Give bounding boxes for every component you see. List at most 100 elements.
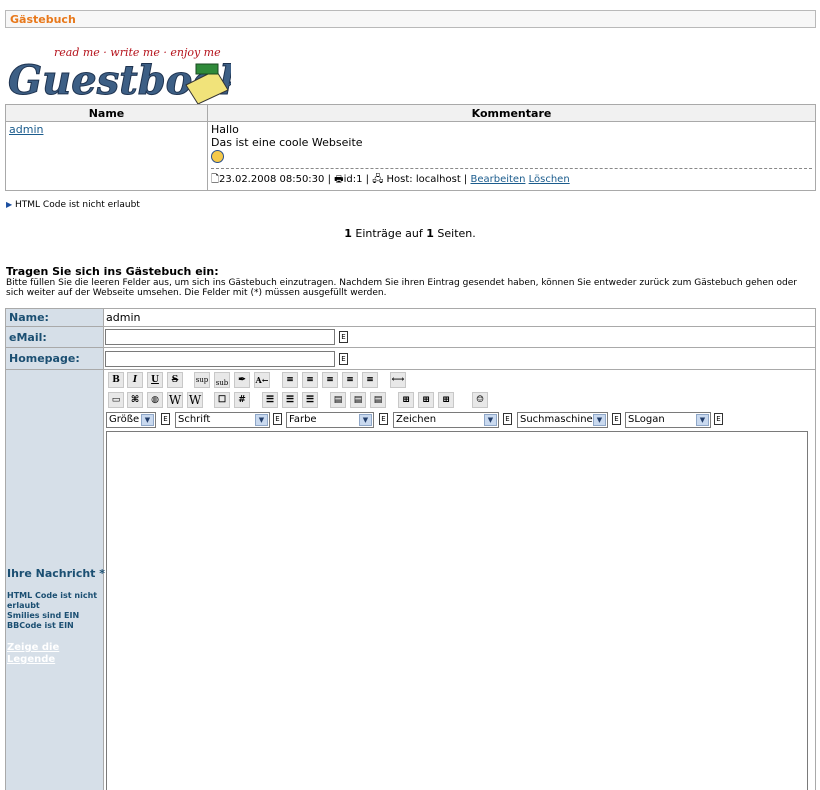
date-icon: 🗋 <box>211 174 220 185</box>
sign-title: Tragen Sie sich ins Gästebuch ein: <box>6 265 219 278</box>
entry-meta: 🗋23.02.2008 08:50:30 | 🖶id:1 | 🖧 Host: l… <box>211 168 812 189</box>
smilies-info: Smilies sind EIN <box>7 611 80 620</box>
document-icon[interactable]: E <box>161 413 170 425</box>
size-select-value: Größe <box>109 414 140 425</box>
flash-icon[interactable]: ⌘ <box>127 392 143 408</box>
font-select-value: Schrift <box>178 414 211 425</box>
html-notice-text: HTML Code ist nicht erlaubt <box>15 200 140 210</box>
column-header-name: Name <box>5 104 208 122</box>
font-remove-button[interactable]: A← <box>254 372 270 388</box>
bbcode-info: BBCode ist EIN <box>7 621 74 630</box>
document-icon[interactable]: E <box>339 352 348 365</box>
wiki-icon[interactable]: W <box>167 392 183 408</box>
slogan-select[interactable]: SLogan ▼ <box>625 412 711 428</box>
box-left-icon[interactable]: ▤ <box>330 392 346 408</box>
entry-text-line1: Hallo <box>211 123 239 136</box>
page-title: Gästebuch <box>10 13 76 26</box>
quote-icon[interactable]: ☐ <box>214 392 230 408</box>
guestbook-logo: read me · write me · enjoy me Guestbook <box>8 46 231 105</box>
document-icon[interactable]: E <box>379 413 388 425</box>
italic-button[interactable]: I <box>127 372 143 388</box>
document-icon[interactable]: E <box>273 413 282 425</box>
format-select-row: Größe ▼ E Schrift ▼ E Farbe ▼ E Zeichen ▼ E … <box>106 412 723 430</box>
document-icon[interactable]: E <box>612 413 621 425</box>
search-engines-select[interactable]: Suchmaschinen ▼ <box>517 412 608 428</box>
chars-select-value: Zeichen <box>396 414 437 425</box>
font-select[interactable]: Schrift ▼ <box>175 412 270 428</box>
format-toolbar-row1: B I U S sup sub ✒ A← ≡ ≡ ≡ ≡ ≡ ⟷ <box>106 372 426 390</box>
table-icon[interactable]: ⊞ <box>398 392 414 408</box>
email-label: eMail: <box>5 326 104 348</box>
pagination-info: 1 Einträge auf 1 Seiten. <box>0 227 820 240</box>
document-icon[interactable]: E <box>339 331 348 343</box>
underline-button[interactable]: U <box>147 372 163 388</box>
chevron-down-icon: ▼ <box>141 414 154 426</box>
color-pen-icon[interactable]: ✒ <box>234 372 250 388</box>
numbered-list-icon[interactable]: ☰ <box>282 392 298 408</box>
page-count: 1 <box>426 227 434 240</box>
search-engines-select-value: Suchmaschinen <box>520 414 600 425</box>
bullet-list-icon[interactable]: ☰ <box>302 392 318 408</box>
guestbook-table: Name Kommentare admin Hallo Das ist eine… <box>5 104 816 191</box>
homepage-field[interactable] <box>105 350 335 367</box>
bold-button[interactable]: B <box>108 372 124 388</box>
entry-id: id:1 <box>343 174 363 185</box>
color-select-value: Farbe <box>289 414 317 425</box>
align-center-icon[interactable]: ≡ <box>302 372 318 388</box>
table-row: admin Hallo Das ist eine coole Webseite … <box>5 121 816 191</box>
edit-link[interactable]: Bearbeiten <box>470 174 525 185</box>
align-left-icon[interactable]: ≡ <box>282 372 298 388</box>
smiley-icon <box>211 150 224 163</box>
size-select[interactable]: Größe ▼ <box>106 412 156 428</box>
entry-count: 1 <box>344 227 352 240</box>
chevron-down-icon: ▼ <box>255 414 268 426</box>
pagination-suffix: Seiten. <box>433 227 476 240</box>
printer-icon: 🖶 <box>334 174 344 185</box>
pagination-middle: Einträge auf <box>351 227 427 240</box>
triangle-right-icon: ▶ <box>6 200 13 209</box>
name-value: admin <box>103 308 816 327</box>
superscript-button[interactable]: sup <box>194 372 210 388</box>
chevron-down-icon: ▼ <box>359 414 372 426</box>
justify-icon[interactable]: ≡ <box>362 372 378 388</box>
strike-button[interactable]: S <box>167 372 183 388</box>
box-right-icon[interactable]: ▤ <box>370 392 386 408</box>
document-icon[interactable]: E <box>714 413 723 425</box>
chevron-down-icon: ▼ <box>593 414 606 426</box>
chevron-down-icon: ▼ <box>484 414 497 426</box>
page-title-bar: Gästebuch <box>5 10 816 28</box>
align-right-icon[interactable]: ≡ <box>342 372 358 388</box>
column-header-comments: Kommentare <box>207 104 816 122</box>
code-icon[interactable]: # <box>234 392 250 408</box>
box-center-icon[interactable]: ▤ <box>350 392 366 408</box>
message-label: Ihre Nachricht *: <box>7 567 110 580</box>
email-field[interactable] <box>105 329 335 345</box>
entry-text-line2: Das ist eine coole Webseite <box>211 136 363 149</box>
wikipedia-icon[interactable]: W <box>187 392 203 408</box>
image-icon[interactable]: ▭ <box>108 392 124 408</box>
horizontal-rule-icon[interactable]: ⟷ <box>390 372 406 388</box>
entry-author-link[interactable]: admin <box>9 123 43 136</box>
html-notice: ▶ HTML Code ist nicht erlaubt <box>6 200 140 210</box>
color-select[interactable]: Farbe ▼ <box>286 412 374 428</box>
entry-host: Host: localhost <box>386 174 461 185</box>
document-icon[interactable]: E <box>503 413 512 425</box>
table-row-icon[interactable]: ⊞ <box>418 392 434 408</box>
smiley-picker-icon[interactable]: ☺ <box>472 392 488 408</box>
legend-link[interactable]: Zeige die Legende <box>7 642 77 666</box>
chevron-down-icon: ▼ <box>696 414 709 426</box>
host-icon: 🖧 <box>372 174 384 185</box>
message-textarea[interactable] <box>106 431 808 790</box>
name-label: Name: <box>5 308 104 327</box>
slogan-select-value: SLogan <box>628 414 665 425</box>
list-icon[interactable]: ☰ <box>262 392 278 408</box>
html-info: HTML Code ist nicht erlaubt <box>7 591 98 610</box>
subscript-button[interactable]: sub <box>214 372 230 388</box>
delete-link[interactable]: Löschen <box>529 174 570 185</box>
align-middle-icon[interactable]: ≡ <box>322 372 338 388</box>
globe-link-icon[interactable]: ◍ <box>147 392 163 408</box>
table-cell-icon[interactable]: ⊞ <box>438 392 454 408</box>
chars-select[interactable]: Zeichen ▼ <box>393 412 499 428</box>
format-toolbar-row2: ▭ ⌘ ◍ W W ☐ # ☰ ☰ ☰ ▤ ▤ ▤ ⊞ ⊞ ⊞ ☺ <box>106 392 506 410</box>
sign-instructions: Bitte füllen Sie die leeren Felder aus, … <box>6 278 797 298</box>
